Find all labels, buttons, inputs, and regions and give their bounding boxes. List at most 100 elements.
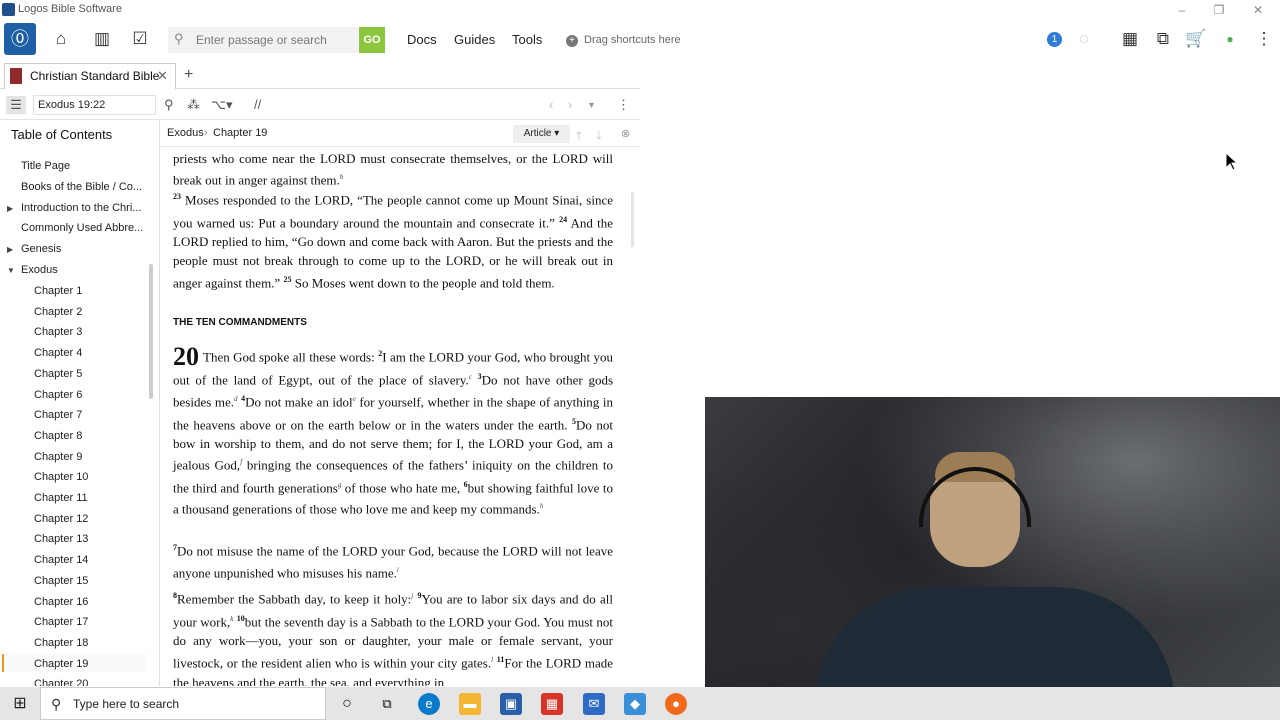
restore-icon[interactable]: ❐ (1211, 2, 1227, 18)
toc-chapter-item[interactable]: Chapter 16 (34, 596, 88, 608)
toc-item[interactable]: Introduction to the Chri... (21, 202, 141, 214)
search-icon[interactable]: ⚲ (164, 97, 174, 113)
toc-chapter-item[interactable]: Chapter 11 (34, 492, 88, 504)
view-mode-label: Article (523, 128, 552, 139)
search-icon: ⚲ (174, 31, 184, 46)
taskbar-search-placeholder: Type here to search (73, 697, 180, 711)
account-icon[interactable]: ● (1219, 28, 1241, 50)
docs-menu[interactable]: Docs (407, 32, 437, 47)
windows-taskbar: ⊞ ⚲ Type here to search ○ ⧉ e ▬ ▣ ▦ ✉ ◆ … (0, 687, 1280, 720)
app-icon[interactable]: ◆ (624, 693, 646, 715)
drag-shortcuts-label: Drag shortcuts here (584, 34, 681, 46)
toc-chapter-item[interactable]: Chapter 19 (34, 658, 88, 670)
search-box[interactable]: ⚲ (168, 27, 358, 53)
guides-menu[interactable]: Guides (454, 32, 495, 47)
firefox-icon[interactable]: ● (665, 693, 687, 715)
gift-icon[interactable]: ▦ (541, 693, 563, 715)
logos-logo-icon (2, 3, 15, 16)
panel-more-icon[interactable]: ⋮ (617, 97, 630, 113)
close-icon[interactable]: ✕ (1250, 2, 1266, 18)
go-button[interactable]: GO (359, 27, 385, 53)
title-bar: Logos Bible Software – ❐ ✕ (0, 0, 1280, 20)
toc-chapter-item[interactable]: Chapter 6 (34, 389, 82, 401)
close-circle-icon[interactable]: ⊗ (621, 127, 630, 140)
tab-label: Christian Standard Bible (30, 69, 160, 83)
taskbar-search[interactable]: ⚲ Type here to search (40, 687, 326, 720)
file-explorer-icon[interactable]: ▬ (459, 693, 481, 715)
down-arrow-icon[interactable]: 🡓 (596, 127, 602, 146)
toc-item[interactable]: Title Page (21, 160, 70, 172)
panel-menu-icon[interactable]: ⧉ (1152, 28, 1174, 50)
toc-chapter-item[interactable]: Chapter 20 (34, 678, 88, 686)
forward-icon[interactable]: › (568, 97, 572, 112)
add-tab-button[interactable]: + (184, 66, 193, 84)
more-menu-icon[interactable]: ⋮ (1253, 28, 1275, 50)
breadcrumb-chapter[interactable]: Chapter 19 (213, 127, 267, 139)
breadcrumb-book[interactable]: Exodus (167, 127, 204, 139)
close-tab-icon[interactable]: ✕ (157, 68, 168, 84)
content-scrollbar[interactable] (631, 192, 634, 247)
history-dropdown-icon[interactable]: ▼ (587, 100, 596, 110)
toc-chapter-item[interactable]: Chapter 3 (34, 326, 82, 338)
task-view-icon[interactable]: ⧉ (376, 693, 398, 715)
minimize-icon[interactable]: – (1174, 2, 1190, 18)
paragraph: 23 Moses responded to the LORD, “The peo… (173, 192, 613, 291)
paragraph: 20 Then God spoke all these words: 2I am … (173, 342, 614, 517)
parallel-resources-icon[interactable]: // (254, 97, 261, 112)
toc-item[interactable]: Genesis (21, 243, 61, 255)
toc-chapter-item[interactable]: Chapter 4 (34, 347, 82, 359)
toc-chapter-item[interactable]: Chapter 18 (34, 637, 88, 649)
visual-filter-icon[interactable]: ⁂ (187, 97, 200, 113)
toc-header: Table of Contents (11, 127, 113, 142)
back-icon[interactable]: ‹ (549, 97, 553, 112)
toc-chapter-item[interactable]: Chapter 17 (34, 616, 88, 628)
toc-chapter-item[interactable]: Chapter 1 (34, 285, 82, 297)
logos-home-button[interactable]: ⓪ (4, 23, 36, 55)
view-mode-button[interactable]: Article ▾ (513, 125, 570, 143)
toc-chapter-item[interactable]: Chapter 15 (34, 575, 88, 587)
reference-input[interactable]: Exodus 19:22 (33, 95, 156, 115)
cart-icon[interactable]: 🛒 (1185, 28, 1207, 50)
expand-arrow-icon[interactable]: ▶ (7, 245, 13, 254)
toc-chapter-item[interactable]: Chapter 7 (34, 409, 82, 421)
toc-item[interactable]: Books of the Bible / Co... (21, 181, 142, 193)
edge-icon[interactable]: e (418, 693, 440, 715)
cortana-icon[interactable]: ○ (336, 693, 358, 715)
checklist-icon[interactable]: ☑ (129, 28, 151, 50)
toc-chapter-item[interactable]: Chapter 2 (34, 306, 82, 318)
table-of-contents: Table of Contents Title Page Books of th… (0, 120, 160, 686)
drag-shortcuts-area[interactable]: + Drag shortcuts here (566, 34, 681, 47)
toc-item[interactable]: Exodus (21, 264, 58, 276)
notification-badge[interactable]: 1 (1047, 32, 1062, 47)
toc-item[interactable]: Commonly Used Abbre... (21, 222, 143, 234)
collapse-arrow-icon[interactable]: ▼ (7, 266, 15, 275)
toc-chapter-item[interactable]: Chapter 5 (34, 368, 82, 380)
toc-chapter-item[interactable]: Chapter 9 (34, 451, 82, 463)
layouts-icon[interactable]: ▦ (1119, 28, 1141, 50)
chapter-number: 20 (173, 342, 199, 372)
toc-chapter-item[interactable]: Chapter 13 (34, 533, 88, 545)
hamburger-menu-icon[interactable]: ☰ (6, 96, 26, 114)
search-input[interactable] (196, 30, 354, 50)
toc-chapter-item[interactable]: Chapter 12 (34, 513, 88, 525)
mouse-cursor-icon (1226, 153, 1238, 171)
interlinear-icon[interactable]: ⌥▾ (211, 97, 233, 113)
toc-chapter-item[interactable]: Chapter 8 (34, 430, 82, 442)
tab-christian-standard-bible[interactable]: Christian Standard Bible ✕ (4, 63, 176, 89)
sync-icon[interactable]: ◌ (1073, 28, 1095, 50)
toc-scrollbar[interactable] (149, 264, 153, 399)
paragraph: priests who come near the LORD must cons… (173, 151, 613, 188)
up-arrow-icon[interactable]: 🡑 (576, 127, 582, 146)
toc-chapter-item[interactable]: Chapter 10 (34, 471, 88, 483)
mail-icon[interactable]: ✉ (583, 693, 605, 715)
window-title: Logos Bible Software (18, 3, 122, 15)
store-icon[interactable]: ▣ (500, 693, 522, 715)
tools-menu[interactable]: Tools (512, 32, 542, 47)
expand-arrow-icon[interactable]: ▶ (7, 204, 13, 213)
windows-start-icon[interactable]: ⊞ (0, 687, 40, 720)
paragraph: 8Remember the Sabbath day, to keep it ho… (173, 591, 614, 686)
breadcrumb-separator-icon: › (204, 127, 208, 139)
toc-chapter-item[interactable]: Chapter 14 (34, 554, 88, 566)
library-icon[interactable]: ▥ (91, 28, 113, 50)
home-icon[interactable]: ⌂ (50, 28, 72, 50)
